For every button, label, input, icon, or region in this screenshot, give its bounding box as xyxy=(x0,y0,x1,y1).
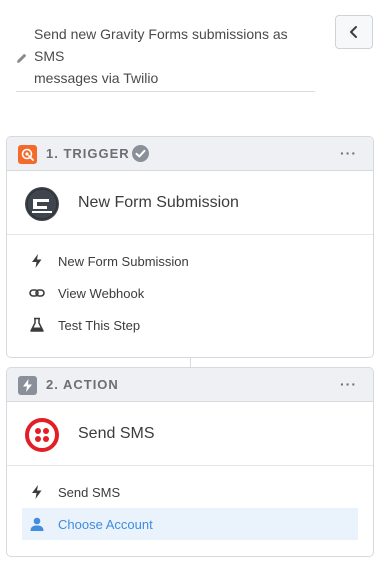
zap-header: Send new Gravity Forms submissions as SM… xyxy=(0,0,384,100)
pencil-icon[interactable] xyxy=(16,52,28,64)
test-step-label: Test This Step xyxy=(58,317,141,333)
bolt-icon xyxy=(29,484,45,500)
action-more-menu-button[interactable]: ··· xyxy=(340,376,357,392)
trigger-step-label: 1. TRIGGER xyxy=(46,146,130,161)
zap-title-line-3: messages via Twilio xyxy=(34,70,159,86)
choose-account-item[interactable]: Choose Account xyxy=(22,508,358,540)
trigger-step-icon xyxy=(18,145,37,164)
user-icon xyxy=(29,516,45,532)
gravity-forms-logo xyxy=(25,187,59,221)
action-app-row[interactable]: Send SMS xyxy=(7,402,373,466)
zap-title[interactable]: Send new Gravity Forms submissions as SM… xyxy=(34,23,316,89)
choose-account-label: Choose Account xyxy=(58,516,153,532)
action-step-icon xyxy=(18,376,37,395)
trigger-menu: New Form Submission View Webhook Test Th… xyxy=(7,235,373,347)
webhook-icon xyxy=(21,148,34,161)
action-step-header[interactable]: 2. ACTION ··· xyxy=(7,368,373,402)
test-step-item[interactable]: Test This Step xyxy=(22,309,358,341)
collapse-button[interactable] xyxy=(335,15,373,49)
view-webhook-label: View Webhook xyxy=(58,285,145,301)
bolt-icon xyxy=(29,253,45,269)
flask-icon xyxy=(29,317,45,333)
trigger-app-title: New Form Submission xyxy=(78,194,239,211)
title-underline xyxy=(16,91,315,92)
action-app-title: Send SMS xyxy=(78,425,155,442)
trigger-step-header[interactable]: 1. TRIGGER ··· xyxy=(7,137,373,171)
trigger-event-item[interactable]: New Form Submission xyxy=(22,245,358,277)
action-event-label: Send SMS xyxy=(58,484,121,500)
bolt-icon xyxy=(23,379,32,392)
trigger-more-menu-button[interactable]: ··· xyxy=(340,145,357,161)
zap-title-line-2: SMS xyxy=(34,48,65,64)
trigger-event-label: New Form Submission xyxy=(58,253,189,269)
chevron-left-icon xyxy=(350,26,357,38)
action-step-label: 2. ACTION xyxy=(46,377,119,392)
zap-title-line-1: Send new Gravity Forms submissions as xyxy=(34,26,288,42)
action-step-card[interactable]: 2. ACTION ··· Send SMS Send SMS Choose A… xyxy=(6,367,374,557)
action-event-item[interactable]: Send SMS xyxy=(22,476,358,508)
trigger-step-card[interactable]: 1. TRIGGER ··· New Form Submission New F… xyxy=(6,136,374,358)
view-webhook-item[interactable]: View Webhook xyxy=(22,277,358,309)
action-menu: Send SMS Choose Account xyxy=(7,466,373,546)
link-icon xyxy=(29,285,45,301)
twilio-logo xyxy=(25,418,59,452)
trigger-app-row[interactable]: New Form Submission xyxy=(7,171,373,235)
check-circle-icon xyxy=(132,145,149,162)
